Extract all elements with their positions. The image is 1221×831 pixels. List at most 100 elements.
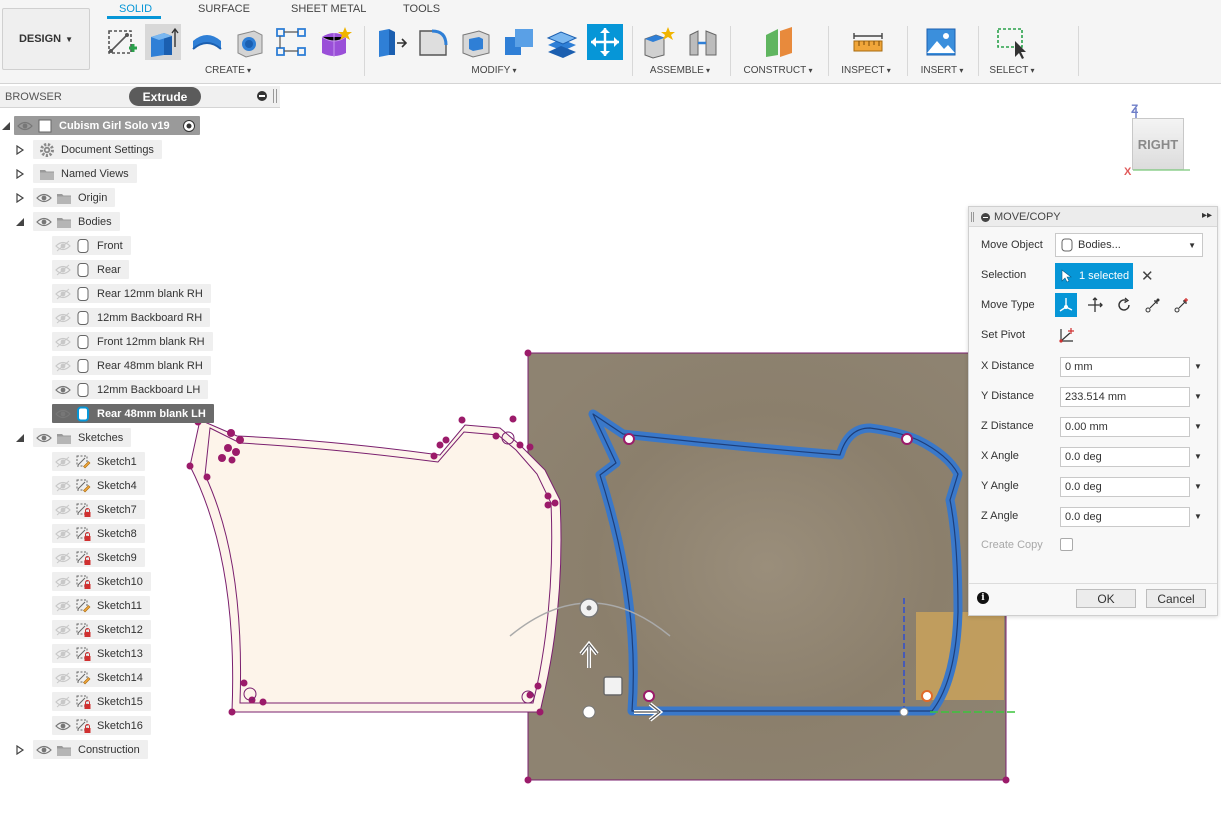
move-type-point-to-position-button[interactable] bbox=[1171, 293, 1193, 317]
tab-tools[interactable]: TOOLS bbox=[403, 3, 440, 15]
x-distance-input[interactable]: 0 mm bbox=[1060, 357, 1190, 377]
info-icon[interactable]: i bbox=[977, 592, 989, 604]
eye-hidden-icon[interactable] bbox=[55, 480, 71, 492]
chevron-down-icon[interactable]: ▼ bbox=[1194, 422, 1202, 431]
eye-hidden-icon[interactable] bbox=[55, 264, 71, 276]
construct-menu[interactable]: CONSTRUCT bbox=[743, 65, 812, 76]
eye-icon[interactable] bbox=[36, 432, 52, 444]
tree-expander[interactable] bbox=[14, 216, 26, 228]
move-object-dropdown[interactable]: Bodies... ▼ bbox=[1055, 233, 1203, 257]
browser-collapse-icon[interactable] bbox=[257, 91, 267, 101]
eye-hidden-icon[interactable] bbox=[55, 312, 71, 324]
chevron-down-icon[interactable]: ▼ bbox=[1194, 452, 1202, 461]
folder-sketches[interactable]: Sketches bbox=[33, 428, 132, 447]
eye-hidden-icon[interactable] bbox=[55, 576, 71, 588]
sketch-item[interactable]: Sketch11 bbox=[52, 596, 151, 615]
move-type-translate-button[interactable] bbox=[1084, 293, 1106, 317]
clear-selection-icon[interactable]: ✕ bbox=[1141, 267, 1154, 285]
y-distance-input[interactable]: 233.514 mm bbox=[1060, 387, 1190, 407]
sketch-item[interactable]: Sketch7 bbox=[52, 500, 145, 519]
sketch-item[interactable]: Sketch1 bbox=[52, 452, 145, 471]
origin-handle[interactable] bbox=[582, 705, 596, 719]
body-rear-48mm-blank[interactable] bbox=[527, 352, 1007, 781]
root-component[interactable]: Cubism Girl Solo v19 bbox=[14, 116, 200, 135]
sketch-item[interactable]: Sketch13 bbox=[52, 644, 151, 663]
eye-hidden-icon[interactable] bbox=[55, 504, 71, 516]
offset-plane-tool[interactable] bbox=[760, 24, 796, 60]
chevron-down-icon[interactable]: ▼ bbox=[1194, 482, 1202, 491]
sketch-item[interactable]: Sketch16 bbox=[52, 716, 151, 735]
selection-button[interactable]: 1 selected bbox=[1055, 263, 1133, 289]
pattern-tool[interactable] bbox=[273, 24, 309, 60]
eye-hidden-icon[interactable] bbox=[55, 648, 71, 660]
tab-sheet-metal[interactable]: SHEET METAL bbox=[291, 3, 366, 15]
move-copy-tool[interactable] bbox=[587, 24, 623, 60]
eye-icon[interactable] bbox=[55, 720, 71, 732]
tree-expander[interactable] bbox=[14, 168, 26, 180]
measure-tool[interactable] bbox=[850, 24, 886, 60]
sketch-item[interactable]: Sketch12 bbox=[52, 620, 151, 639]
move-type-rotate-button[interactable] bbox=[1113, 293, 1135, 317]
free-move-handle[interactable] bbox=[603, 676, 623, 696]
y-angle-input[interactable]: 0.0 deg bbox=[1060, 477, 1190, 497]
z-angle-input[interactable]: 0.0 deg bbox=[1060, 507, 1190, 527]
move-y-arrow[interactable] bbox=[579, 640, 599, 668]
eye-hidden-icon[interactable] bbox=[55, 624, 71, 636]
move-type-free-button[interactable] bbox=[1055, 293, 1077, 317]
cancel-button[interactable]: Cancel bbox=[1146, 589, 1206, 608]
fillet-tool[interactable] bbox=[415, 24, 451, 60]
tree-expander[interactable] bbox=[14, 192, 26, 204]
create-copy-checkbox[interactable] bbox=[1060, 538, 1073, 551]
tab-surface[interactable]: SURFACE bbox=[198, 3, 250, 15]
viewcube[interactable]: Z RIGHT X bbox=[1118, 100, 1208, 185]
body-item[interactable]: Front 12mm blank RH bbox=[52, 332, 213, 351]
body-item[interactable]: 12mm Backboard LH bbox=[52, 380, 209, 399]
eye-hidden-icon[interactable] bbox=[55, 456, 71, 468]
select-menu[interactable]: SELECT bbox=[989, 65, 1034, 76]
folder-origin[interactable]: Origin bbox=[33, 188, 116, 207]
eye-hidden-icon[interactable] bbox=[55, 600, 71, 612]
tree-expander[interactable] bbox=[14, 144, 26, 156]
eye-icon[interactable] bbox=[36, 192, 52, 204]
create-form-tool[interactable] bbox=[317, 24, 353, 60]
sketch-item[interactable]: Sketch14 bbox=[52, 668, 151, 687]
eye-icon[interactable] bbox=[17, 120, 33, 132]
tab-solid[interactable]: SOLID bbox=[119, 3, 152, 15]
eye-hidden-icon[interactable] bbox=[55, 672, 71, 684]
joint-tool[interactable] bbox=[685, 24, 721, 60]
extrude-tool[interactable] bbox=[145, 24, 181, 60]
chevron-down-icon[interactable]: ▼ bbox=[1194, 362, 1202, 371]
tree-expander[interactable] bbox=[14, 432, 26, 444]
panel-minimize-icon[interactable] bbox=[981, 213, 990, 222]
window-select-tool[interactable] bbox=[994, 24, 1030, 60]
design-workspace-button[interactable]: DESIGN ▼ bbox=[2, 8, 90, 70]
body-item[interactable]: Rear 48mm blank LH bbox=[52, 404, 214, 423]
revolve-tool[interactable] bbox=[189, 24, 225, 60]
tree-expander[interactable] bbox=[14, 744, 26, 756]
eye-hidden-icon[interactable] bbox=[55, 240, 71, 252]
eye-icon[interactable] bbox=[55, 384, 71, 396]
eye-hidden-icon[interactable] bbox=[55, 528, 71, 540]
selected-profile[interactable] bbox=[588, 409, 963, 716]
folder-bodies[interactable]: Bodies bbox=[33, 212, 120, 231]
sketch-item[interactable]: Sketch15 bbox=[52, 692, 151, 711]
tree-expander[interactable] bbox=[0, 120, 12, 132]
eye-hidden-icon[interactable] bbox=[55, 288, 71, 300]
eye-hidden-icon[interactable] bbox=[55, 552, 71, 564]
z-distance-input[interactable]: 0.00 mm bbox=[1060, 417, 1190, 437]
sketch-item[interactable]: Sketch9 bbox=[52, 548, 145, 567]
body-item[interactable]: Rear bbox=[52, 260, 129, 279]
move-type-point-to-point-button[interactable] bbox=[1142, 293, 1164, 317]
panel-header[interactable]: MOVE/COPY ▸▸ bbox=[969, 207, 1217, 227]
eye-hidden-icon[interactable] bbox=[55, 696, 71, 708]
body-item[interactable]: Rear 48mm blank RH bbox=[52, 356, 211, 375]
move-x-arrow[interactable] bbox=[634, 702, 664, 722]
insert-image-tool[interactable] bbox=[923, 24, 959, 60]
rotate-ring[interactable] bbox=[509, 602, 671, 637]
sketch-item[interactable]: Sketch4 bbox=[52, 476, 145, 495]
sketch-item[interactable]: Sketch10 bbox=[52, 572, 151, 591]
combine-tool[interactable] bbox=[501, 24, 537, 60]
create-sketch-tool[interactable] bbox=[104, 24, 140, 60]
eye-icon[interactable] bbox=[36, 744, 52, 756]
sketch-item[interactable]: Sketch8 bbox=[52, 524, 145, 543]
